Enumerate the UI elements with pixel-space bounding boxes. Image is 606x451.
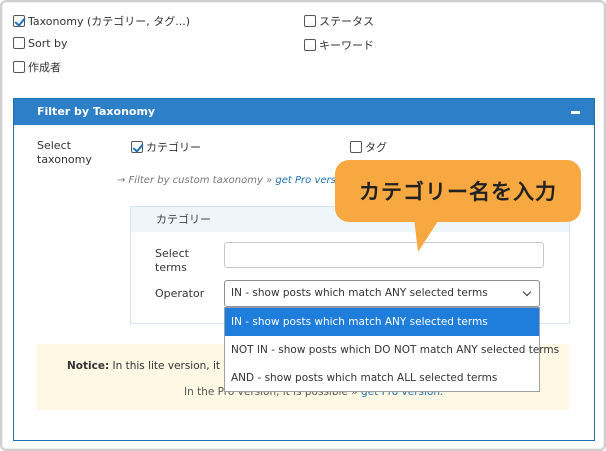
operator-option-and[interactable]: AND - show posts which match ALL selecte… [225, 364, 539, 392]
author-field[interactable]: 作成者 [13, 59, 61, 75]
taxonomy-option-category[interactable]: カテゴリー [131, 139, 201, 155]
callout-tail [414, 218, 440, 252]
status-checkbox[interactable] [304, 15, 316, 27]
sort-by-field[interactable]: Sort by [13, 37, 68, 50]
hint-text: → Filter by custom taxonomy » [117, 175, 273, 186]
taxonomy-checkbox[interactable] [13, 15, 25, 27]
notice-line-1: Notice: In this lite version, it is n [67, 360, 242, 372]
operator-option-not-in[interactable]: NOT IN - show posts which DO NOT match A… [225, 336, 559, 364]
custom-taxonomy-hint: → Filter by custom taxonomy » get Pro ve… [117, 175, 336, 186]
collapse-icon[interactable] [571, 111, 580, 114]
author-label: 作成者 [28, 61, 61, 74]
operator-select[interactable]: IN - show posts which match ANY selected… [224, 280, 540, 307]
status-label: ステータス [319, 15, 374, 28]
tag-checkbox[interactable] [350, 141, 362, 153]
sort-by-checkbox[interactable] [13, 37, 25, 49]
category-checkbox[interactable] [131, 141, 143, 153]
keyword-label: キーワード [319, 39, 374, 52]
sort-by-label: Sort by [28, 37, 68, 50]
keyword-checkbox[interactable] [304, 39, 316, 51]
select-terms-input[interactable] [224, 242, 544, 268]
notice-text: In this lite version, it is n [112, 360, 242, 372]
chevron-down-icon [522, 287, 532, 297]
taxonomy-option-tag[interactable]: タグ [350, 139, 387, 155]
notice-bold: Notice: [67, 360, 110, 372]
taxonomy-label: Taxonomy (カテゴリー, タグ...) [28, 15, 191, 28]
callout-bubble: カテゴリー名を入力 [335, 160, 581, 222]
operator-selected-value: IN - show posts which match ANY selected… [231, 287, 488, 299]
operator-option-in[interactable]: IN - show posts which match ANY selected… [225, 308, 539, 336]
panel-header[interactable]: Filter by Taxonomy [14, 99, 594, 125]
operator-dropdown-list: IN - show posts which match ANY selected… [224, 307, 559, 392]
select-terms-label: Select terms [155, 247, 189, 274]
select-taxonomy-label: Select taxonomy [37, 139, 92, 166]
get-pro-link[interactable]: get Pro vers [275, 175, 335, 186]
category-option-label: カテゴリー [146, 141, 201, 154]
author-checkbox[interactable] [13, 61, 25, 73]
tag-option-label: タグ [365, 141, 387, 154]
keyword-field[interactable]: キーワード [304, 37, 374, 53]
panel-title: Filter by Taxonomy [37, 105, 156, 118]
status-field[interactable]: ステータス [304, 13, 374, 29]
operator-label: Operator [155, 287, 205, 300]
taxonomy-field[interactable]: Taxonomy (カテゴリー, タグ...) [13, 13, 190, 29]
